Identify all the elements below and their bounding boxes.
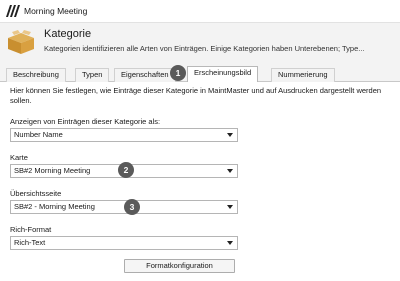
chevron-down-icon: [227, 169, 233, 173]
tab-bar: Beschreibung Typen Eigenschaften Erschei…: [0, 66, 400, 82]
header-title: Kategorie: [44, 28, 92, 40]
display-as-select[interactable]: Number Name: [10, 128, 238, 142]
tab-typen[interactable]: Typen: [75, 68, 110, 82]
chevron-down-icon: [227, 205, 233, 209]
display-as-label: Anzeigen von Einträgen dieser Kategorie …: [10, 117, 161, 126]
chevron-down-icon: [227, 133, 233, 137]
rich-format-label: Rich-Format: [10, 225, 52, 234]
chevron-down-icon: [227, 241, 233, 245]
tab-erscheinungsbild[interactable]: Erscheinungsbild: [187, 66, 259, 82]
callout-badge-1: 1: [170, 65, 186, 81]
app-logo-icon: [6, 5, 20, 17]
rich-format-select[interactable]: Rich-Text: [10, 236, 238, 250]
callout-badge-2: 2: [118, 162, 134, 178]
format-configuration-button[interactable]: Formatkonfiguration: [124, 259, 235, 273]
tab-beschreibung[interactable]: Beschreibung: [6, 68, 66, 82]
info-text: Hier können Sie festlegen, wie Einträge …: [10, 86, 382, 105]
box-icon: [8, 30, 34, 54]
appearance-panel: Hier können Sie festlegen, wie Einträge …: [0, 82, 400, 281]
title-bar: Morning Meeting: [0, 0, 400, 22]
category-header: Kategorie Kategorien identifizieren alle…: [0, 22, 400, 66]
window-title: Morning Meeting: [24, 6, 88, 16]
overview-value: SB#2 - Morning Meeting: [14, 202, 95, 211]
card-label: Karte: [10, 153, 28, 162]
header-description: Kategorien identifizieren alle Arten von…: [44, 44, 365, 53]
tab-eigenschaften[interactable]: Eigenschaften: [114, 68, 176, 82]
display-as-value: Number Name: [14, 130, 63, 139]
card-value: SB#2 Morning Meeting: [14, 166, 91, 175]
tab-nummerierung[interactable]: Nummerierung: [271, 68, 335, 82]
overview-label: Übersichtsseite: [10, 189, 62, 198]
callout-badge-3: 3: [124, 199, 140, 215]
rich-format-value: Rich-Text: [14, 238, 46, 247]
